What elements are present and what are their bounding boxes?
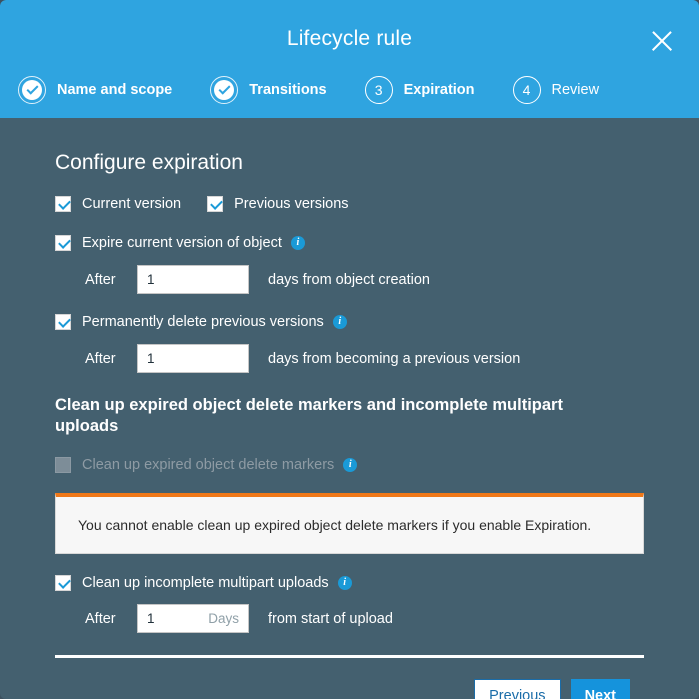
next-button[interactable]: Next	[570, 679, 630, 699]
checkbox-current-version[interactable]	[55, 196, 71, 212]
footer-divider	[55, 655, 644, 659]
input-value-cleanup-multipart-days: 1	[147, 611, 155, 627]
version-scope-row: Current version Previous versions	[55, 196, 664, 212]
expire-current-after-row: After 1 days from object creation	[85, 265, 664, 294]
step-number-circle-icon: 4	[512, 76, 541, 104]
info-icon-cleanup-multipart[interactable]: i	[337, 576, 352, 591]
check-icon	[25, 82, 39, 95]
input-expire-current-days[interactable]: 1	[137, 265, 249, 294]
suffix-expire-current-days: days from object creation	[268, 271, 430, 288]
step-number-expiration: 3	[374, 82, 383, 98]
info-icon-cleanup-delete-markers[interactable]: i	[343, 458, 358, 473]
step-review[interactable]: 4 Review	[512, 76, 600, 104]
step-transitions[interactable]: Transitions	[210, 76, 327, 104]
warning-alert: You cannot enable clean up expired objec…	[55, 493, 644, 555]
label-after-permanently-delete: After	[85, 350, 116, 367]
check-icon	[218, 82, 231, 95]
step-label-review: Review	[551, 82, 600, 98]
checkbox-permanently-delete-previous-versions[interactable]	[55, 314, 71, 330]
permanently-delete-row: Permanently delete previous versions i	[55, 314, 664, 330]
lifecycle-rule-modal: Lifecycle rule Name and scope Transition…	[0, 0, 699, 699]
permanently-delete-after-row: After 1 days from becoming a previous ve…	[85, 344, 664, 373]
label-after-expire-current: After	[85, 271, 116, 288]
suffix-cleanup-multipart: from start of upload	[268, 610, 393, 627]
step-label-expiration: Expiration	[403, 82, 475, 98]
cleanup-delete-markers-row: Clean up expired object delete markers i	[55, 457, 664, 474]
info-icon-permanently-delete[interactable]: i	[332, 315, 347, 329]
cleanup-multipart-row: Clean up incomplete multipart uploads i	[55, 575, 664, 592]
previous-button[interactable]: Previous	[474, 679, 561, 699]
input-permanently-delete-days[interactable]: 1	[137, 344, 249, 373]
label-cleanup-expired-delete-markers: Clean up expired object delete markers	[82, 457, 335, 474]
page-title: Lifecycle rule	[286, 27, 413, 50]
cleanup-multipart-after-row: After 1 Days from start of upload	[85, 604, 664, 634]
label-permanently-delete-previous-versions: Permanently delete previous versions	[82, 314, 324, 330]
step-label-transitions: Transitions	[249, 82, 327, 98]
checkbox-cleanup-expired-delete-markers	[55, 457, 71, 474]
checkbox-cleanup-incomplete-multipart-uploads[interactable]	[55, 575, 71, 592]
step-number-review: 4	[522, 82, 531, 98]
input-value-permanently-delete-days: 1	[147, 351, 155, 366]
label-current-version: Current version	[82, 196, 182, 212]
input-value-expire-current-days: 1	[147, 272, 155, 287]
check-circle-icon	[210, 76, 239, 104]
expire-current-version-row: Expire current version of object i	[55, 235, 664, 251]
modal-footer: Previous Next	[35, 679, 664, 699]
warning-alert-text: You cannot enable clean up expired objec…	[78, 517, 592, 534]
input-placeholder-cleanup-multipart-days: Days	[208, 611, 239, 627]
label-after-cleanup-multipart: After	[85, 610, 116, 627]
step-label-name-and-scope: Name and scope	[57, 82, 173, 98]
cleanup-section-heading: Clean up expired object delete markers a…	[55, 396, 563, 436]
label-cleanup-incomplete-multipart-uploads: Clean up incomplete multipart uploads	[82, 575, 329, 592]
label-previous-versions: Previous versions	[234, 196, 349, 212]
section-title: Configure expiration	[55, 151, 243, 174]
modal-body: Configure expiration Current version Pre…	[0, 118, 699, 699]
step-indicator: Name and scope Transitions 3 Expiration …	[18, 76, 599, 104]
step-number-circle-icon: 3	[364, 76, 393, 104]
checkbox-expire-current-version[interactable]	[55, 235, 71, 251]
input-cleanup-multipart-days[interactable]: 1 Days	[137, 604, 249, 634]
check-circle-icon	[18, 76, 46, 104]
step-name-and-scope[interactable]: Name and scope	[18, 76, 172, 104]
checkbox-previous-versions[interactable]	[207, 196, 224, 212]
label-expire-current-version: Expire current version of object	[82, 235, 282, 251]
close-icon[interactable]	[647, 26, 677, 56]
suffix-permanently-delete-days: days from becoming a previous version	[268, 350, 521, 367]
modal-header: Lifecycle rule Name and scope Transition…	[0, 0, 699, 118]
info-icon-expire-current-version[interactable]: i	[290, 236, 305, 250]
step-expiration[interactable]: 3 Expiration	[364, 76, 475, 104]
